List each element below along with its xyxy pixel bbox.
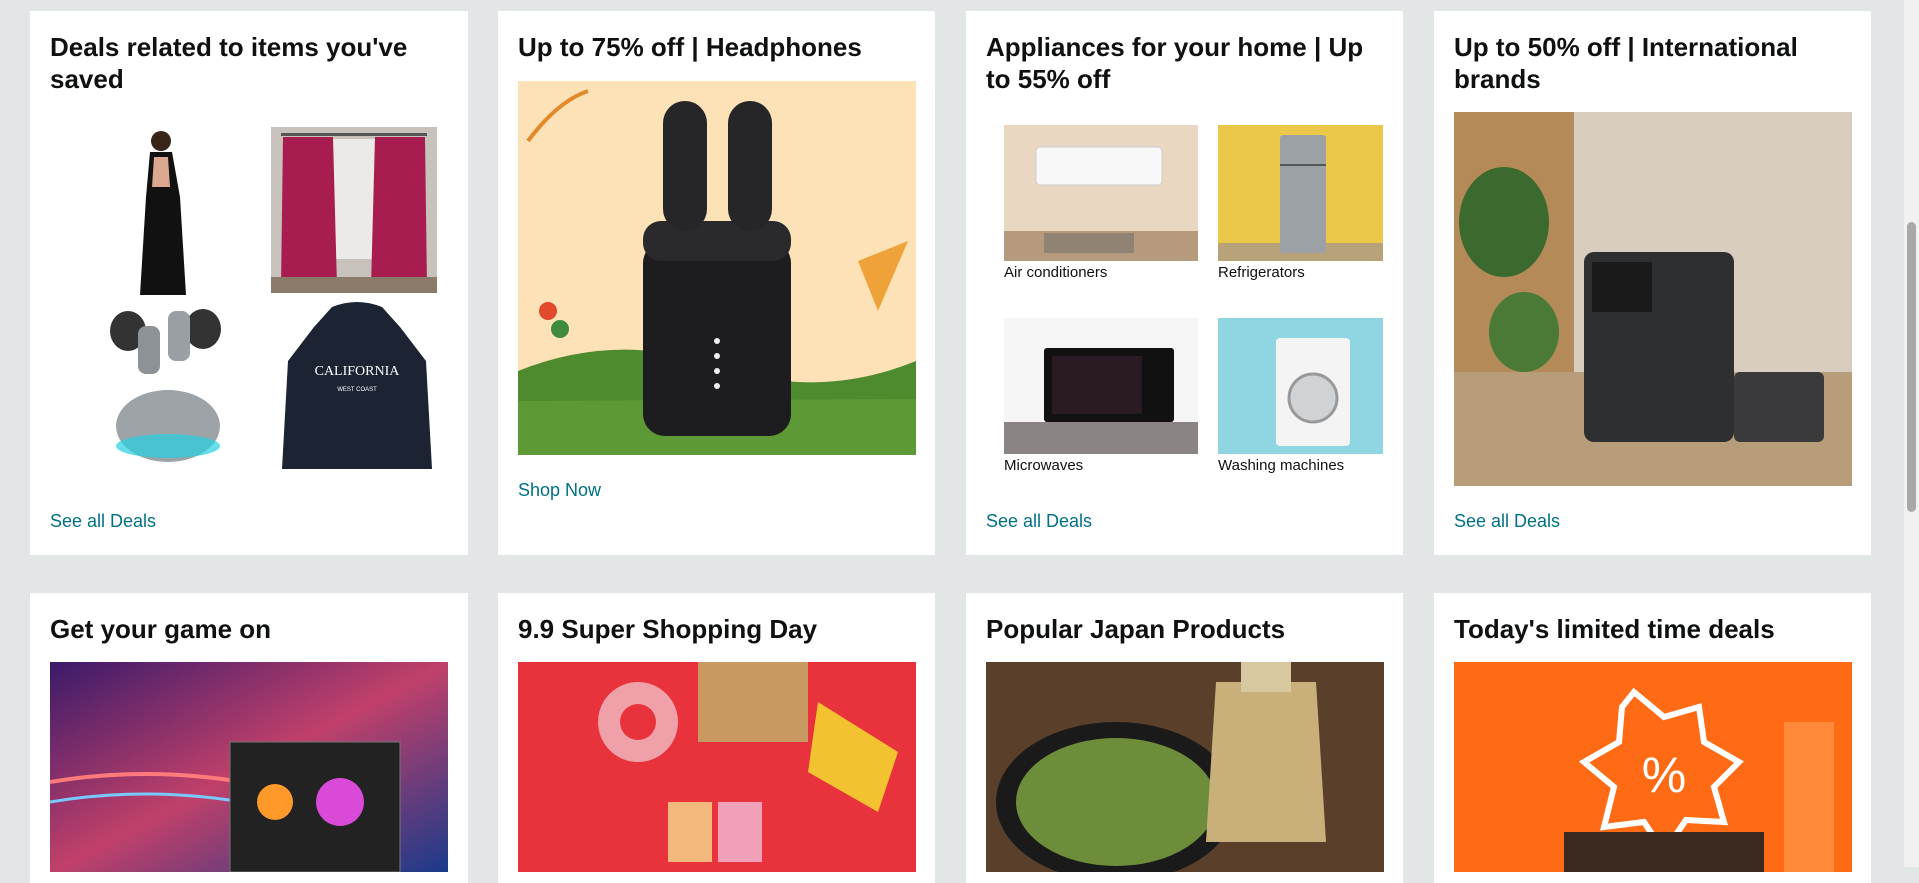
see-all-deals-link[interactable]: See all Deals [1454,511,1560,532]
refrigerator-image[interactable] [1218,125,1383,261]
card-headphones: Up to 75% off | Headphones Shop Now [498,11,935,555]
card-title: Appliances for your home | Up to 55% off [986,32,1364,94]
shop-now-link[interactable]: Shop Now [518,480,601,501]
see-all-deals-link[interactable]: See all Deals [50,511,156,532]
card-title: Deals related to items you've saved [50,32,408,94]
limited-deals-image[interactable]: % [1454,662,1852,872]
headphones-image[interactable] [518,81,916,455]
vertical-scrollbar[interactable] [1904,0,1919,867]
card-appliances: Appliances for your home | Up to 55% off… [966,11,1403,555]
card-title: 9.9 Super Shopping Day [518,614,818,644]
card-super-shopping: 9.9 Super Shopping Day [498,593,935,883]
appliance-caption: Air conditioners [1004,264,1108,281]
matcha-image[interactable] [986,662,1384,872]
appliance-caption: Microwaves [1004,457,1084,474]
see-all-deals-link[interactable]: See all Deals [986,511,1092,532]
earbuds-image[interactable] [98,301,228,471]
svg-text:%: % [1642,747,1686,803]
power-station-image[interactable] [1454,112,1852,486]
microwave-image[interactable] [1004,318,1198,454]
card-title: Popular Japan Products [986,614,1286,644]
gaming-pc-image[interactable] [50,662,448,872]
card-title: Get your game on [50,614,272,644]
svg-text:CALIFORNIA: CALIFORNIA [315,364,401,379]
card-limited-deals: Today's limited time deals % [1434,593,1871,883]
saree-image[interactable] [98,127,228,297]
scrollbar-thumb[interactable] [1907,222,1916,512]
air-conditioner-image[interactable] [1004,125,1198,261]
card-title: Today's limited time deals [1454,614,1775,644]
card-title: Up to 75% off | Headphones [518,32,862,62]
svg-text:WEST COAST: WEST COAST [337,387,377,393]
card-deals-saved: Deals related to items you've saved CALI… [30,11,468,555]
card-japan: Popular Japan Products [966,593,1403,883]
card-title: Up to 50% off | International brands [1454,32,1798,94]
card-game: Get your game on [30,593,468,883]
super-shopping-image[interactable] [518,662,916,872]
washing-machine-image[interactable] [1218,318,1383,454]
hoodie-image[interactable]: CALIFORNIA WEST COAST [276,301,438,477]
card-international: Up to 50% off | International brands See… [1434,11,1871,555]
appliance-caption: Washing machines [1218,457,1345,474]
curtains-image[interactable] [271,127,437,293]
appliance-caption: Refrigerators [1218,264,1305,281]
